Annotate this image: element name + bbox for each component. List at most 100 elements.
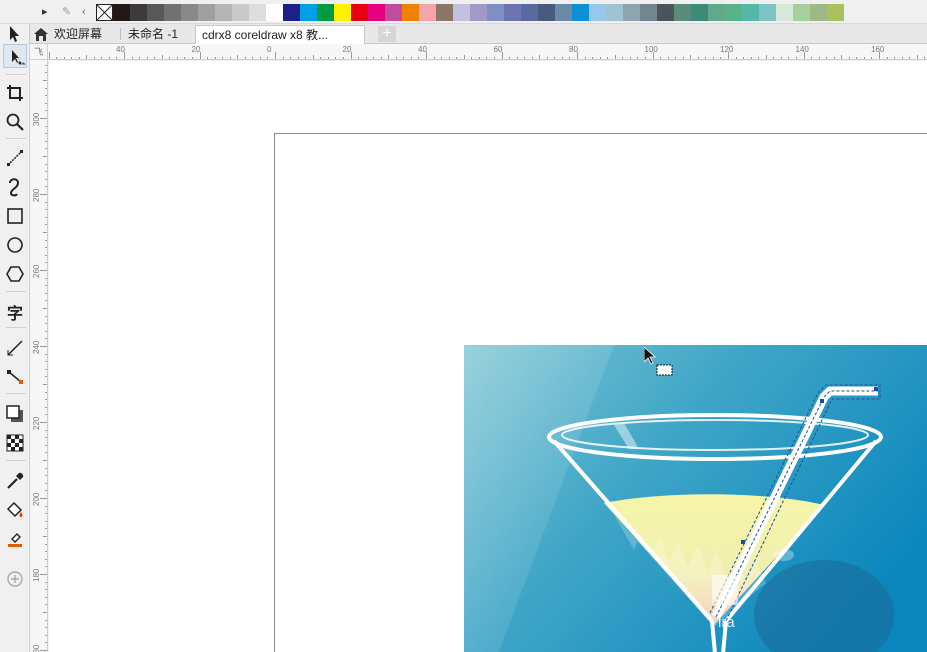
ruler-tick <box>524 57 526 59</box>
color-swatch[interactable] <box>674 4 691 21</box>
drawing-canvas[interactable]: ira <box>49 61 927 652</box>
color-swatch[interactable] <box>419 4 436 21</box>
connector-tool[interactable] <box>3 365 27 389</box>
parallel-dimension-tool[interactable] <box>3 336 27 360</box>
color-swatch[interactable] <box>538 4 555 21</box>
freehand-tool[interactable] <box>3 146 27 170</box>
ruler-tick <box>116 57 118 59</box>
ruler-tick <box>45 140 47 142</box>
color-swatch[interactable] <box>385 4 402 21</box>
ruler-tick <box>45 642 47 644</box>
palette-scroll-left-icon[interactable]: ‹ <box>82 4 86 20</box>
color-swatch[interactable] <box>572 4 589 21</box>
ruler-tick <box>841 55 843 59</box>
color-swatch[interactable] <box>402 4 419 21</box>
color-swatch[interactable] <box>368 4 385 21</box>
tab-tutorial-document[interactable]: cdrx8 coreldraw x8 教... <box>195 25 365 44</box>
color-swatch[interactable] <box>351 4 368 21</box>
ruler-tick <box>765 55 767 59</box>
color-swatch[interactable] <box>249 4 266 21</box>
quick-customize[interactable] <box>3 567 27 591</box>
color-swatch[interactable] <box>215 4 232 21</box>
ruler-tick <box>45 338 47 340</box>
smart-fill-tool[interactable] <box>3 527 27 551</box>
color-swatch[interactable] <box>555 4 572 21</box>
ruler-tick <box>56 57 58 59</box>
color-swatch[interactable] <box>742 4 759 21</box>
no-color-swatch[interactable] <box>96 4 113 21</box>
zoom-tool[interactable] <box>3 110 27 134</box>
color-swatch[interactable] <box>691 4 708 21</box>
color-swatch[interactable] <box>793 4 810 21</box>
color-swatch[interactable] <box>504 4 521 21</box>
ruler-tick <box>45 467 47 469</box>
color-swatch[interactable] <box>623 4 640 21</box>
color-swatch[interactable] <box>130 4 147 21</box>
tab-untitled-1[interactable]: 未命名 -1 <box>122 25 196 44</box>
color-swatch[interactable] <box>487 4 504 21</box>
color-swatch[interactable] <box>657 4 674 21</box>
ruler-tick <box>45 201 47 203</box>
interactive-fill-tool[interactable] <box>3 498 27 522</box>
color-swatch[interactable] <box>181 4 198 21</box>
cocktail-artwork[interactable]: ira <box>464 345 927 652</box>
color-swatch[interactable] <box>147 4 164 21</box>
shape-tool[interactable] <box>3 44 27 68</box>
color-swatch[interactable] <box>470 4 487 21</box>
text-tool[interactable]: 字 <box>3 299 27 323</box>
color-swatch[interactable] <box>606 4 623 21</box>
color-swatch[interactable] <box>436 4 453 21</box>
color-swatch[interactable] <box>759 4 776 21</box>
color-swatch[interactable] <box>283 4 300 21</box>
color-swatch[interactable] <box>198 4 215 21</box>
ruler-tick <box>335 57 337 59</box>
color-swatch[interactable] <box>589 4 606 21</box>
crop-tool[interactable] <box>3 81 27 105</box>
ruler-origin-corner[interactable]: 飞 <box>30 44 48 60</box>
color-swatch[interactable] <box>232 4 249 21</box>
artistic-media-tool[interactable] <box>3 175 27 199</box>
color-swatch[interactable] <box>113 4 130 21</box>
ruler-tick <box>45 330 47 332</box>
ruler-tick <box>275 52 276 59</box>
ruler-tick <box>735 57 737 59</box>
color-palette-bar: ▸ ✎ ‹ <box>0 0 927 24</box>
color-swatch[interactable] <box>300 4 317 21</box>
color-swatch[interactable] <box>776 4 793 21</box>
pick-tool[interactable] <box>3 22 27 46</box>
ruler-tick <box>554 57 556 59</box>
color-swatch[interactable] <box>453 4 470 21</box>
mouse-cursor <box>643 346 676 379</box>
ruler-tick <box>622 57 624 59</box>
color-swatch[interactable] <box>827 4 844 21</box>
color-swatch[interactable] <box>317 4 334 21</box>
color-swatch[interactable] <box>640 4 657 21</box>
ruler-tick <box>886 57 888 59</box>
color-swatch[interactable] <box>725 4 742 21</box>
ellipse-tool[interactable] <box>3 233 27 257</box>
add-tab-button[interactable]: + <box>378 26 396 42</box>
ruler-tick <box>45 323 47 325</box>
color-swatch[interactable] <box>334 4 351 21</box>
ruler-tick <box>78 57 80 59</box>
horizontal-ruler[interactable]: 40 20 0 20 40 60 80 100 120 140 160 <box>48 44 927 60</box>
polygon-tool[interactable] <box>3 262 27 286</box>
transparency-tool[interactable] <box>3 431 27 455</box>
color-eyedropper-tool[interactable] <box>3 469 27 493</box>
drop-shadow-tool[interactable] <box>3 402 27 426</box>
color-swatch[interactable] <box>810 4 827 21</box>
color-swatch[interactable] <box>266 4 283 21</box>
color-swatch[interactable] <box>708 4 725 21</box>
vertical-ruler[interactable]: 300 280 260 240 220 200 180 160 <box>30 60 48 652</box>
tab-label: 未命名 -1 <box>128 27 179 41</box>
color-swatch[interactable] <box>521 4 538 21</box>
ruler-tick <box>569 57 571 59</box>
ruler-tick <box>592 57 594 59</box>
palette-eyedropper-icon[interactable]: ✎ <box>62 4 71 20</box>
ruler-tick <box>456 57 458 59</box>
rectangle-tool[interactable] <box>3 204 27 228</box>
color-swatch[interactable] <box>164 4 181 21</box>
ruler-tick <box>244 57 246 59</box>
palette-flyout-arrow-icon[interactable]: ▸ <box>42 4 48 20</box>
tab-welcome-screen[interactable]: 欢迎屏幕 <box>30 25 124 44</box>
